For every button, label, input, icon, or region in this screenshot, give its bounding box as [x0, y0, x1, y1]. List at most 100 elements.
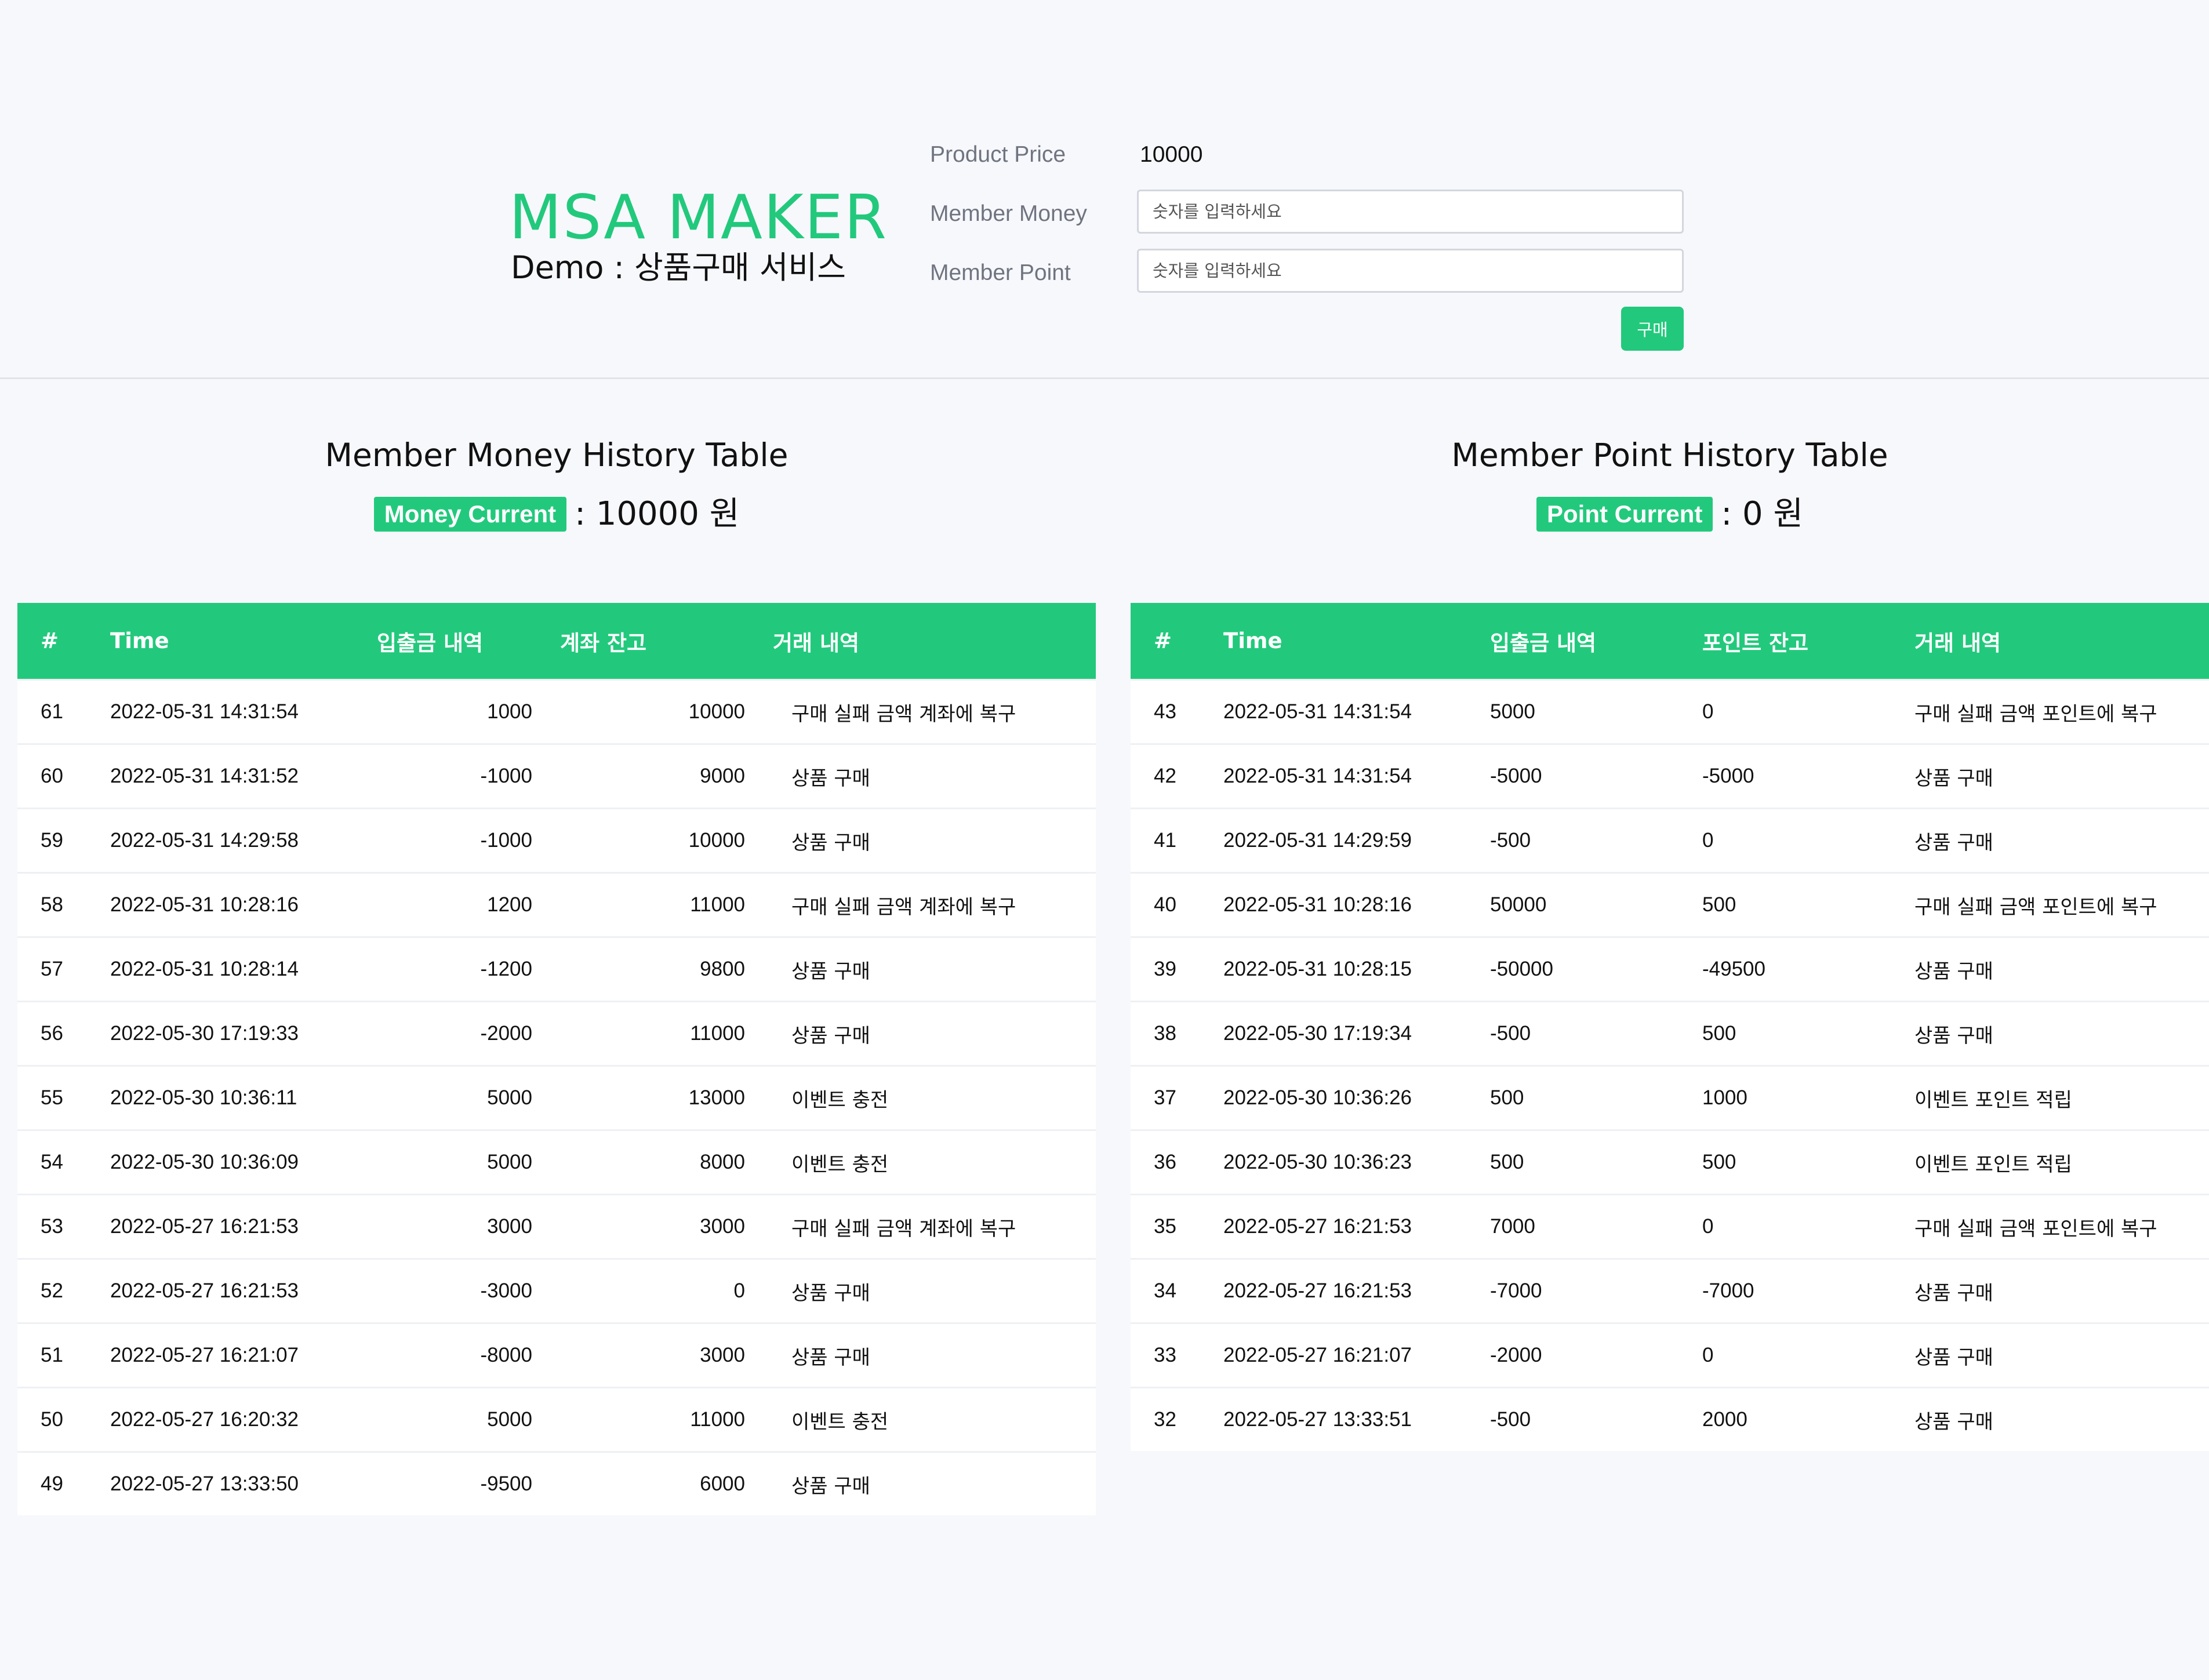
money-current: Money Current: 10000 원	[17, 494, 1096, 534]
row-time: 2022-05-30 17:19:34	[1223, 1001, 1490, 1066]
row-description: 상품 구매	[1914, 936, 2209, 1002]
table-row: 35 2022-05-27 16:21:53 7000 0 구매 실패 금액 포인트에 …	[1131, 1194, 2209, 1259]
money-col-description: 거래 내역	[773, 603, 1096, 680]
row-index: 50	[17, 1387, 110, 1452]
money-table-body: 61 2022-05-31 14:31:54 1000 10000 구매 실패 금액 계…	[17, 679, 1096, 1515]
row-time: 2022-05-30 10:36:09	[110, 1129, 377, 1195]
row-description: 이벤트 포인트 적립	[1914, 1065, 2209, 1130]
table-row: 33 2022-05-27 16:21:07 -2000 0 상품 구매	[1131, 1322, 2209, 1388]
row-index: 53	[17, 1194, 110, 1259]
row-balance: 500	[1702, 1129, 1914, 1195]
point-current: Point Current: 0 원	[1131, 494, 2209, 534]
row-amount: -7000	[1490, 1258, 1702, 1323]
member-point-label: Member Point	[930, 260, 1071, 285]
row-time: 2022-05-31 10:28:16	[1223, 872, 1490, 937]
table-row: 41 2022-05-31 14:29:59 -500 0 상품 구매	[1131, 808, 2209, 873]
row-description: 상품 구매	[773, 1451, 1096, 1515]
row-time: 2022-05-30 17:19:33	[110, 1001, 377, 1066]
row-time: 2022-05-30 10:36:11	[110, 1065, 377, 1130]
row-amount: -2000	[1490, 1322, 1702, 1388]
row-description: 상품 구매	[1914, 1258, 2209, 1323]
point-col-time: Time	[1223, 603, 1490, 680]
money-col-index: #	[17, 603, 110, 680]
row-index: 59	[17, 808, 110, 873]
row-description: 구매 실패 금액 계좌에 복구	[773, 872, 1096, 937]
money-col-time: Time	[110, 603, 377, 680]
row-time: 2022-05-27 13:33:50	[110, 1451, 377, 1515]
table-row: 53 2022-05-27 16:21:53 3000 3000 구매 실패 금액 계좌…	[17, 1194, 1096, 1259]
row-amount: 5000	[1490, 679, 1702, 744]
row-balance: 11000	[560, 872, 773, 937]
money-table-header-row: # Time 입출금 내역 계좌 잔고 거래 내역	[17, 603, 1096, 680]
row-description: 이벤트 포인트 적립	[1914, 1129, 2209, 1195]
row-index: 36	[1131, 1129, 1223, 1195]
point-table-header-row: # Time 입출금 내역 포인트 잔고 거래 내역	[1131, 603, 2209, 680]
row-description: 상품 구매	[1914, 743, 2209, 809]
table-row: 61 2022-05-31 14:31:54 1000 10000 구매 실패 금액 계…	[17, 679, 1096, 744]
row-balance: 3000	[560, 1322, 773, 1388]
row-amount: 3000	[377, 1194, 560, 1259]
table-row: 54 2022-05-30 10:36:09 5000 8000 이벤트 충전	[17, 1129, 1096, 1195]
row-time: 2022-05-27 16:21:53	[110, 1194, 377, 1259]
row-time: 2022-05-31 14:29:59	[1223, 808, 1490, 873]
row-amount: 1000	[377, 679, 560, 744]
table-row: 59 2022-05-31 14:29:58 -1000 10000 상품 구매	[17, 808, 1096, 873]
table-row: 51 2022-05-27 16:21:07 -8000 3000 상품 구매	[17, 1322, 1096, 1388]
table-row: 52 2022-05-27 16:21:53 -3000 0 상품 구매	[17, 1258, 1096, 1323]
buy-button[interactable]: 구매	[1621, 307, 1684, 351]
row-time: 2022-05-27 16:21:07	[1223, 1322, 1490, 1388]
table-row: 34 2022-05-27 16:21:53 -7000 -7000 상품 구매	[1131, 1258, 2209, 1323]
row-time: 2022-05-27 16:21:53	[1223, 1258, 1490, 1323]
app-subtitle: Demo : 상품구매 서비스	[511, 249, 846, 286]
money-col-amount: 입출금 내역	[377, 603, 560, 680]
table-row: 55 2022-05-30 10:36:11 5000 13000 이벤트 충전	[17, 1065, 1096, 1130]
row-description: 구매 실패 금액 포인트에 복구	[1914, 1194, 2209, 1259]
row-description: 상품 구매	[773, 743, 1096, 809]
member-money-input[interactable]	[1137, 190, 1684, 234]
header: MSA MAKER Demo : 상품구매 서비스 Product Price …	[0, 0, 2209, 379]
row-index: 56	[17, 1001, 110, 1066]
row-index: 58	[17, 872, 110, 937]
row-description: 구매 실패 금액 포인트에 복구	[1914, 872, 2209, 937]
row-amount: -1000	[377, 743, 560, 809]
product-price-label: Product Price	[930, 142, 1066, 167]
table-row: 32 2022-05-27 13:33:51 -500 2000 상품 구매	[1131, 1387, 2209, 1451]
row-description: 상품 구매	[773, 1001, 1096, 1066]
point-table-body: 43 2022-05-31 14:31:54 5000 0 구매 실패 금액 포인트에 …	[1131, 679, 2209, 1451]
table-row: 50 2022-05-27 16:20:32 5000 11000 이벤트 충전	[17, 1387, 1096, 1452]
row-time: 2022-05-31 10:28:15	[1223, 936, 1490, 1002]
row-balance: 11000	[560, 1387, 773, 1452]
row-index: 38	[1131, 1001, 1223, 1066]
row-description: 이벤트 충전	[773, 1129, 1096, 1195]
row-amount: 500	[1490, 1129, 1702, 1195]
money-current-badge: Money Current	[373, 497, 567, 532]
table-row: 49 2022-05-27 13:33:50 -9500 6000 상품 구매	[17, 1451, 1096, 1515]
row-description: 상품 구매	[1914, 1387, 2209, 1451]
row-description: 이벤트 충전	[773, 1065, 1096, 1130]
logo: MSA MAKER	[509, 182, 888, 253]
row-time: 2022-05-31 14:31:52	[110, 743, 377, 809]
point-col-index: #	[1131, 603, 1223, 680]
row-balance: 1000	[1702, 1065, 1914, 1130]
row-description: 상품 구매	[773, 936, 1096, 1002]
point-history-table: # Time 입출금 내역 포인트 잔고 거래 내역 43 2022-05-31 …	[1131, 603, 2209, 1451]
point-col-balance: 포인트 잔고	[1702, 603, 1914, 680]
row-time: 2022-05-31 14:31:54	[110, 679, 377, 744]
product-price-value: 10000	[1140, 142, 1203, 167]
row-description: 상품 구매	[1914, 1322, 2209, 1388]
row-description: 구매 실패 금액 포인트에 복구	[1914, 679, 2209, 744]
row-balance: 13000	[560, 1065, 773, 1130]
row-time: 2022-05-30 10:36:23	[1223, 1129, 1490, 1195]
row-balance: 500	[1702, 1001, 1914, 1066]
row-description: 상품 구매	[773, 808, 1096, 873]
row-balance: 0	[1702, 679, 1914, 744]
row-index: 40	[1131, 872, 1223, 937]
row-amount: -1000	[377, 808, 560, 873]
row-index: 42	[1131, 743, 1223, 809]
point-current-value: : 0 원	[1721, 495, 1803, 533]
row-index: 34	[1131, 1258, 1223, 1323]
member-point-input[interactable]	[1137, 249, 1684, 293]
row-time: 2022-05-27 16:20:32	[110, 1387, 377, 1452]
row-balance: 9800	[560, 936, 773, 1002]
row-amount: -9500	[377, 1451, 560, 1515]
